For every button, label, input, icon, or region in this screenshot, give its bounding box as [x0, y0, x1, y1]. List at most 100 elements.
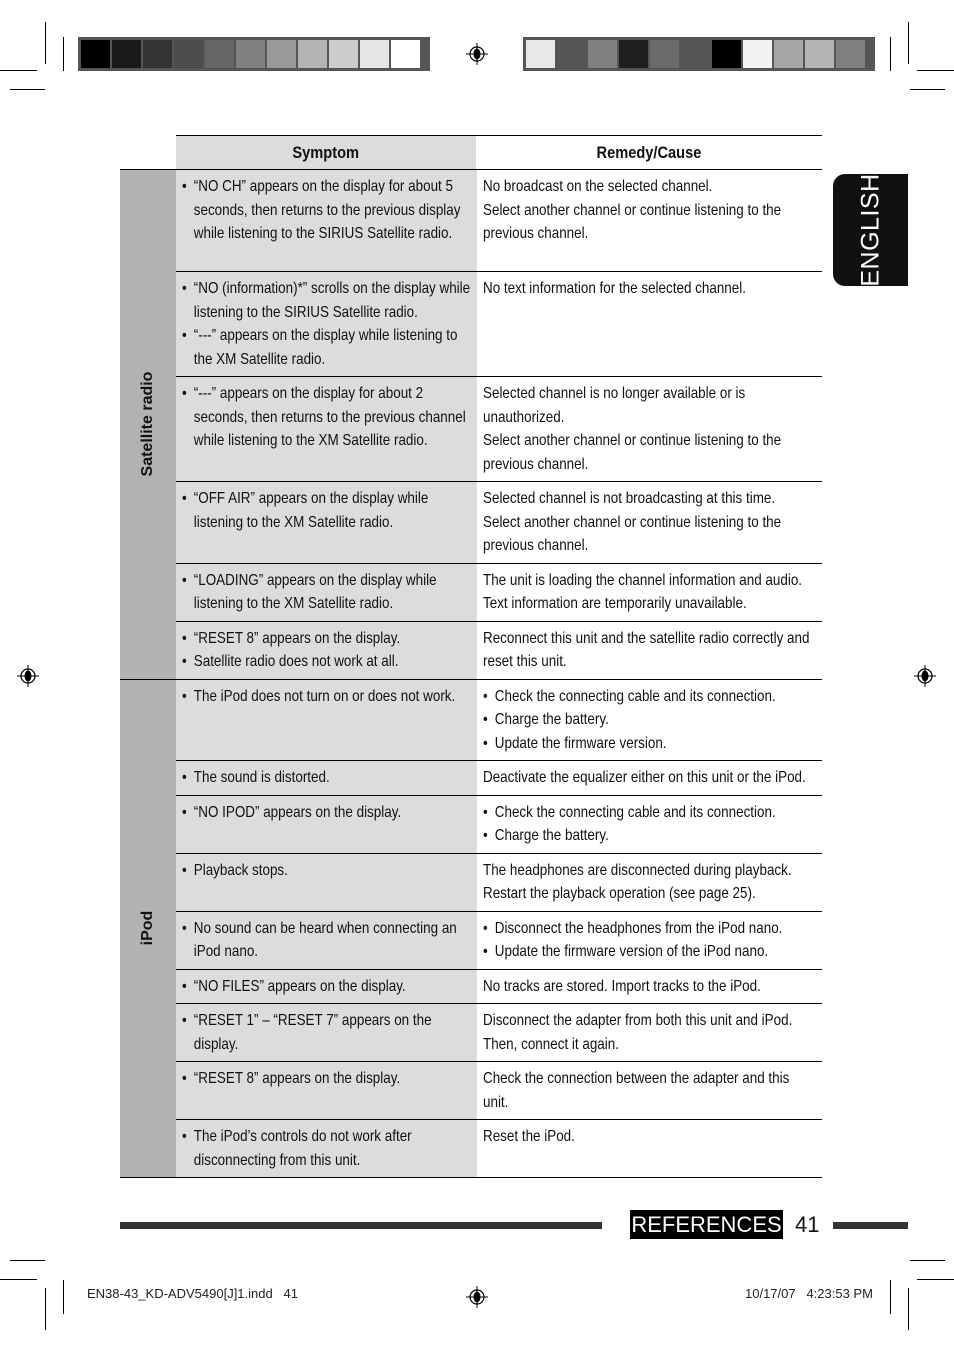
crop-mark	[63, 37, 64, 71]
footer-rule-right	[833, 1222, 908, 1229]
registration-mark-icon	[466, 1286, 488, 1308]
symptom-text: Satellite radio does not work at all.	[193, 653, 399, 670]
symptom-text: Playback stops.	[193, 861, 288, 879]
symptom-item: • “---” appears on the display while list…	[182, 324, 472, 371]
color-swatch	[557, 40, 586, 68]
remedy-cell: Selected channel is no longer available …	[476, 377, 822, 481]
symptom-cell: • No sound can be heard when connecting a…	[176, 911, 476, 969]
bullet-icon: •	[483, 803, 488, 821]
symptom-text: The iPod’s controls do not work after di…	[193, 1128, 412, 1169]
symptom-cell: • “NO CH” appears on the display for abou…	[176, 170, 476, 271]
bullet-icon: •	[483, 919, 488, 937]
remedy-cell: Reconnect this unit and the satellite ra…	[476, 621, 822, 679]
color-swatch	[81, 40, 110, 68]
remedy-text: Select another channel or continue liste…	[483, 432, 782, 473]
table-group: iPod • The iPod does not turn on or does n…	[120, 678, 822, 1178]
symptom-item: • “LOADING” appears on the display while …	[182, 569, 472, 616]
remedy-text: Check the connection between the adapter…	[483, 1070, 790, 1111]
remedy-text: Selected channel is no longer available …	[483, 385, 746, 426]
table-row: • “LOADING” appears on the display while …	[176, 562, 822, 621]
remedy-cell: Check the connection between the adapter…	[476, 1062, 822, 1119]
bullet-icon: •	[182, 571, 187, 589]
table-group: Satellite radio • “NO CH” appears on the d…	[120, 169, 822, 679]
remedy-cell: Deactivate the equalizer either on this …	[476, 761, 822, 795]
symptom-cell: • “RESET 1” – “RESET 7” appears on the di…	[176, 1004, 476, 1061]
color-calibration-bar-right	[523, 37, 875, 71]
table-body: Satellite radio • “NO CH” appears on the d…	[120, 169, 822, 1178]
symptom-text: “---” appears on the display while liste…	[193, 327, 458, 368]
remedy-cell: • Check the connecting cable and its conn…	[476, 679, 822, 760]
symptom-text: “RESET 8” appears on the display.	[193, 1070, 401, 1087]
header-symptom: Symptom	[176, 136, 476, 169]
troubleshooting-table: Symptom Remedy/Cause Satellite radio • “NO…	[120, 135, 822, 1178]
symptom-cell: • “NO IPOD” appears on the display.	[176, 795, 476, 853]
remedy-item: • Charge the battery.	[483, 708, 818, 732]
bullet-icon: •	[182, 1128, 187, 1145]
section-label-text: REFERENCES	[631, 1211, 782, 1237]
crop-mark	[45, 1288, 46, 1330]
crop-mark	[917, 1279, 954, 1280]
slug-filename: EN38-43_KD-ADV5490[J]1.indd 41	[87, 1286, 299, 1301]
header-symptom-label: Symptom	[292, 142, 360, 162]
remedy-cell: Reset the iPod.	[476, 1120, 822, 1177]
remedy-text: Selected channel is not broadcasting at …	[483, 490, 776, 507]
bullet-icon: •	[483, 827, 488, 844]
crop-mark	[917, 70, 954, 71]
symptom-text: No sound can be heard when connecting an…	[193, 919, 457, 961]
remedy-text: Update the firmware version of the iPod …	[494, 943, 769, 960]
color-swatch	[143, 40, 172, 68]
symptom-cell: • “OFF AIR” appears on the display while …	[176, 482, 476, 563]
remedy-cell: The unit is loading the channel informat…	[476, 563, 822, 621]
bullet-icon: •	[182, 385, 187, 402]
language-tab-label: ENGLISH	[856, 173, 884, 287]
remedy-text: Then, connect it again.	[483, 1035, 619, 1053]
group-rows: • The iPod does not turn on or does not w…	[176, 679, 822, 1177]
footer-rule-left	[120, 1222, 602, 1229]
bullet-icon: •	[483, 711, 488, 728]
remedy-text: Check the connecting cable and its conne…	[494, 803, 776, 821]
remedy-text: The unit is loading the channel informat…	[483, 571, 803, 589]
remedy-text: No broadcast on the selected channel.	[483, 178, 713, 195]
crop-mark	[890, 37, 891, 71]
table-row: • “NO IPOD” appears on the display. • Check…	[176, 794, 822, 853]
registration-mark-icon	[17, 665, 39, 687]
symptom-item: • Playback stops.	[182, 859, 472, 883]
header-remedy: Remedy/Cause	[476, 136, 822, 169]
remedy-text: Text information are temporarily unavail…	[483, 595, 747, 612]
header-remedy-label: Remedy/Cause	[596, 142, 702, 162]
symptom-text: “RESET 8” appears on the display.	[193, 629, 401, 647]
category-cell: Satellite radio	[120, 170, 176, 679]
remedy-cell: No text information for the selected cha…	[476, 272, 822, 376]
symptom-cell: • Playback stops.	[176, 853, 476, 911]
symptom-text: “NO FILES” appears on the display.	[193, 977, 406, 995]
symptom-item: • “RESET 8” appears on the display.	[182, 1067, 472, 1091]
crop-mark	[63, 1280, 64, 1314]
crop-mark	[908, 1288, 909, 1330]
color-swatch	[360, 40, 389, 68]
table-row: • No sound can be heard when connecting a…	[176, 910, 822, 969]
symptom-item: • Satellite radio does not work at all.	[182, 650, 472, 674]
color-swatch	[112, 40, 141, 68]
bullet-icon: •	[182, 178, 187, 195]
symptom-cell: • “LOADING” appears on the display while …	[176, 563, 476, 621]
remedy-text: Disconnect the adapter from both this un…	[483, 1012, 793, 1029]
symptom-text: The iPod does not turn on or does not wo…	[193, 687, 456, 705]
table-header: Symptom Remedy/Cause	[176, 135, 822, 169]
color-swatch	[712, 40, 741, 68]
color-swatch	[174, 40, 203, 68]
symptom-cell: • “NO FILES” appears on the display.	[176, 969, 476, 1003]
color-swatch	[526, 40, 555, 68]
crop-mark	[0, 70, 37, 71]
remedy-item: • Charge the battery.	[483, 824, 818, 848]
symptom-item: • “RESET 1” – “RESET 7” appears on the di…	[182, 1009, 472, 1056]
symptom-item: • No sound can be heard when connecting a…	[182, 917, 472, 964]
remedy-text: Select another channel or continue liste…	[483, 201, 782, 243]
remedy-cell: No broadcast on the selected channel. Sel…	[476, 170, 822, 271]
table-row: • The iPod’s controls do not work after d…	[176, 1119, 822, 1177]
crop-mark	[910, 89, 945, 90]
crop-mark	[910, 1260, 945, 1261]
group-rows: • “NO CH” appears on the display for abou…	[176, 170, 822, 679]
language-tab: ENGLISH	[833, 173, 908, 287]
crop-mark	[0, 1279, 37, 1280]
bullet-icon: •	[182, 861, 187, 879]
